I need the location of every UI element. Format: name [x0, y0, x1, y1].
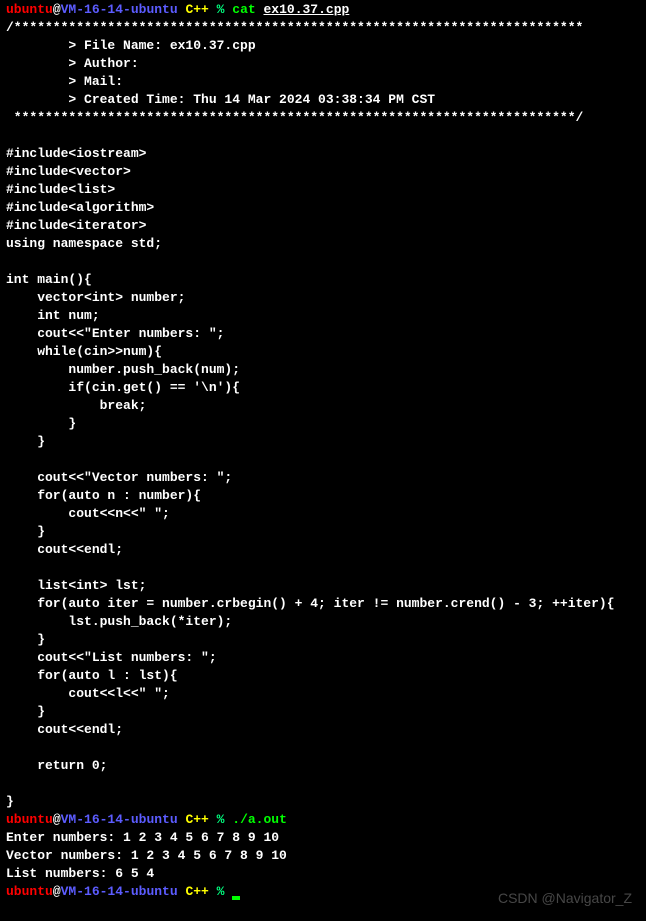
- code-line: }: [6, 703, 640, 721]
- code-line: cout<<endl;: [6, 541, 640, 559]
- using-namespace: using namespace std;: [6, 235, 640, 253]
- include-iostream: #include<iostream>: [6, 145, 640, 163]
- code-line: cout<<l<<" ";: [6, 685, 640, 703]
- prompt-at: @: [53, 812, 61, 827]
- include-vector: #include<vector>: [6, 163, 640, 181]
- code-line: number.push_back(num);: [6, 361, 640, 379]
- comment-mail: > Mail:: [6, 73, 640, 91]
- blank-line: [6, 451, 640, 469]
- watermark-text: CSDN @Navigator_Z: [498, 889, 632, 907]
- blank-line: [6, 559, 640, 577]
- prompt-host: VM-16-14-ubuntu: [61, 812, 178, 827]
- code-line: cout<<endl;: [6, 721, 640, 739]
- code-line: lst.push_back(*iter);: [6, 613, 640, 631]
- code-line: cout<<"List numbers: ";: [6, 649, 640, 667]
- include-algorithm: #include<algorithm>: [6, 199, 640, 217]
- code-line: }: [6, 793, 640, 811]
- prompt-user: ubuntu: [6, 2, 53, 17]
- prompt-at: @: [53, 2, 61, 17]
- code-line: for(auto n : number){: [6, 487, 640, 505]
- prompt-dir: C++: [178, 812, 209, 827]
- command-arg: ex10.37.cpp: [264, 2, 350, 17]
- prompt-dir: C++: [178, 2, 209, 17]
- terminal-output: ubuntu@VM-16-14-ubuntu C++ % cat ex10.37…: [6, 1, 640, 901]
- include-list: #include<list>: [6, 181, 640, 199]
- code-line: while(cin>>num){: [6, 343, 640, 361]
- code-line: cout<<"Vector numbers: ";: [6, 469, 640, 487]
- code-line: vector<int> number;: [6, 289, 640, 307]
- prompt-user: ubuntu: [6, 884, 53, 899]
- code-line: for(auto l : lst){: [6, 667, 640, 685]
- blank-line: [6, 739, 640, 757]
- prompt-sep: %: [209, 812, 232, 827]
- prompt-line-2[interactable]: ubuntu@VM-16-14-ubuntu C++ % ./a.out: [6, 811, 640, 829]
- code-line: cout<<n<<" ";: [6, 505, 640, 523]
- output-list: List numbers: 6 5 4: [6, 865, 640, 883]
- code-line: int num;: [6, 307, 640, 325]
- prompt-host: VM-16-14-ubuntu: [61, 2, 178, 17]
- prompt-user: ubuntu: [6, 812, 53, 827]
- blank-line: [6, 127, 640, 145]
- comment-top: /***************************************…: [6, 19, 640, 37]
- code-line: }: [6, 631, 640, 649]
- cursor-icon: [232, 896, 240, 900]
- code-line: if(cin.get() == '\n'){: [6, 379, 640, 397]
- code-line: return 0;: [6, 757, 640, 775]
- prompt-sep: %: [209, 884, 232, 899]
- prompt-host: VM-16-14-ubuntu: [61, 884, 178, 899]
- code-line: list<int> lst;: [6, 577, 640, 595]
- blank-line: [6, 253, 640, 271]
- output-vector: Vector numbers: 1 2 3 4 5 6 7 8 9 10: [6, 847, 640, 865]
- main-decl: int main(){: [6, 271, 640, 289]
- command-run: ./a.out: [232, 812, 287, 827]
- code-line: for(auto iter = number.crbegin() + 4; it…: [6, 595, 640, 613]
- output-enter: Enter numbers: 1 2 3 4 5 6 7 8 9 10: [6, 829, 640, 847]
- blank-line: [6, 775, 640, 793]
- command-cat: cat: [232, 2, 263, 17]
- prompt-dir: C++: [178, 884, 209, 899]
- code-line: cout<<"Enter numbers: ";: [6, 325, 640, 343]
- include-iterator: #include<iterator>: [6, 217, 640, 235]
- code-line: }: [6, 433, 640, 451]
- comment-filename: > File Name: ex10.37.cpp: [6, 37, 640, 55]
- prompt-sep: %: [209, 2, 232, 17]
- code-line: break;: [6, 397, 640, 415]
- comment-author: > Author:: [6, 55, 640, 73]
- comment-bottom: ****************************************…: [6, 109, 640, 127]
- code-line: }: [6, 523, 640, 541]
- prompt-at: @: [53, 884, 61, 899]
- code-line: }: [6, 415, 640, 433]
- comment-created: > Created Time: Thu 14 Mar 2024 03:38:34…: [6, 91, 640, 109]
- prompt-line-1[interactable]: ubuntu@VM-16-14-ubuntu C++ % cat ex10.37…: [6, 1, 640, 19]
